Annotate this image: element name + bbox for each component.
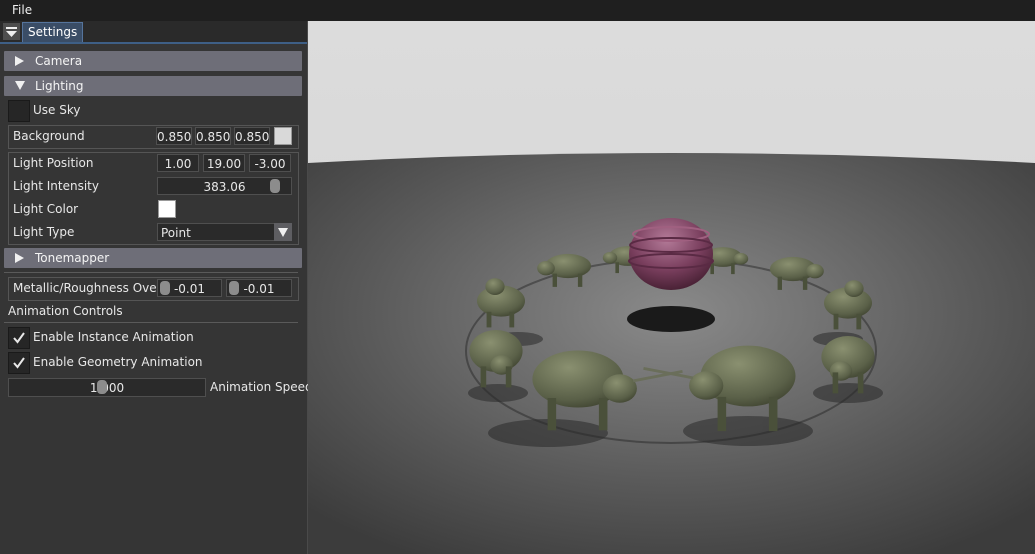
divider (4, 272, 298, 273)
roughness-override-value: -0.01 (243, 282, 275, 296)
tab-bar: Settings (0, 21, 307, 44)
menu-bar: File (0, 0, 1035, 21)
light-position-label: Light Position (13, 156, 94, 170)
chevron-right-icon (15, 56, 24, 66)
animation-speed-label: Animation Speed (210, 380, 313, 394)
light-color-label: Light Color (13, 202, 79, 216)
light-intensity-label: Light Intensity (13, 179, 99, 193)
chevron-down-icon (15, 81, 25, 90)
divider (4, 322, 298, 323)
light-type-dropdown-button[interactable] (274, 223, 292, 241)
light-intensity-value: 383.06 (203, 180, 246, 194)
animation-speed-slider-knob[interactable] (97, 380, 107, 394)
menu-file[interactable]: File (12, 3, 32, 17)
light-intensity-slider-knob[interactable] (270, 179, 280, 193)
enable-instance-animation-label: Enable Instance Animation (33, 330, 194, 344)
background-color-swatch[interactable] (274, 127, 292, 145)
check-icon (13, 357, 25, 369)
metallic-roughness-label: Metallic/Roughness Ove (13, 281, 157, 295)
animation-speed-slider[interactable]: 1.000 (8, 378, 206, 397)
lighting-header-label: Lighting (35, 79, 84, 93)
light-type-value: Point (161, 226, 191, 240)
use-sky-checkbox[interactable] (8, 100, 30, 122)
light-position-x-field[interactable]: 1.00 (157, 154, 199, 172)
sphere-shadow (627, 306, 715, 332)
scene-render (308, 21, 1035, 554)
camera-section-header[interactable]: Camera (4, 51, 302, 71)
use-sky-label: Use Sky (33, 103, 81, 117)
render-viewport[interactable] (308, 21, 1035, 554)
window-collapse-button[interactable] (3, 23, 20, 40)
settings-panel: Settings Camera Lighting Use Sky Backgro… (0, 21, 313, 554)
enable-instance-animation-checkbox[interactable] (8, 327, 30, 349)
metallic-slider-knob[interactable] (160, 281, 170, 295)
roughness-slider-knob[interactable] (229, 281, 239, 295)
light-position-y-field[interactable]: 19.00 (203, 154, 245, 172)
light-type-label: Light Type (13, 225, 75, 239)
tonemapper-section-header[interactable]: Tonemapper (4, 248, 302, 268)
floor (308, 153, 1035, 554)
background-g-field[interactable]: 0.850 (195, 127, 231, 145)
enable-geometry-animation-label: Enable Geometry Animation (33, 355, 203, 369)
light-color-swatch[interactable] (158, 200, 176, 218)
enable-geometry-animation-checkbox[interactable] (8, 352, 30, 374)
tonemapper-header-label: Tonemapper (35, 251, 110, 265)
light-position-z-field[interactable]: -3.00 (249, 154, 291, 172)
tab-settings[interactable]: Settings (22, 22, 84, 42)
background-b-field[interactable]: 0.850 (234, 127, 270, 145)
background-r-field[interactable]: 0.850 (156, 127, 192, 145)
camera-header-label: Camera (35, 54, 83, 68)
background-label: Background (13, 129, 85, 143)
metallic-override-value: -0.01 (173, 282, 206, 296)
lighting-section-header[interactable]: Lighting (4, 76, 302, 96)
chevron-down-icon (278, 228, 288, 237)
chevron-right-icon (15, 253, 24, 263)
sphere-object (628, 218, 714, 290)
check-icon (13, 332, 25, 344)
light-type-select[interactable]: Point (157, 223, 292, 241)
menu-triangle-icon (6, 27, 17, 37)
animation-controls-label: Animation Controls (8, 304, 123, 318)
